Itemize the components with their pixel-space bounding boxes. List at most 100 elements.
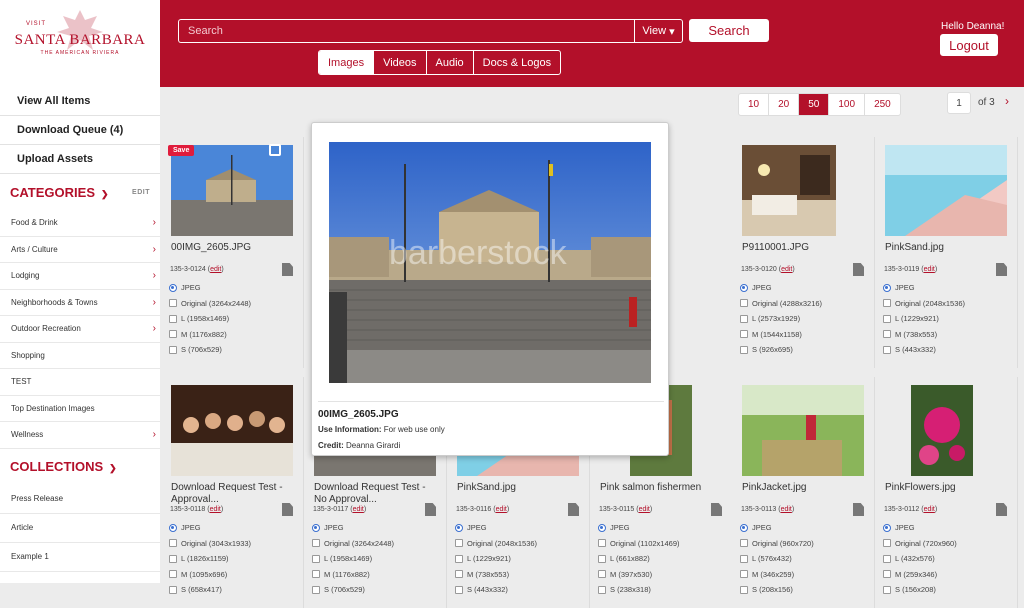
size-option[interactable]: L (432x576) — [883, 551, 957, 567]
asset-thumbnail[interactable] — [885, 145, 1007, 236]
format-radio[interactable] — [883, 523, 891, 532]
size-checkbox[interactable] — [740, 299, 748, 308]
format-option[interactable]: JPEG — [312, 520, 394, 536]
size-option[interactable]: M (738x553) — [455, 567, 537, 583]
edit-link[interactable]: edit — [210, 266, 221, 273]
format-radio[interactable] — [883, 283, 891, 292]
sidebar-collection-item[interactable]: Press Release — [0, 485, 160, 514]
size-option[interactable]: L (1826x1159) — [169, 551, 251, 567]
search-input[interactable] — [178, 19, 635, 43]
asset-card[interactable]: PinkFlowers.jpg 135-3-0112 (edit) JPEG Orig… — [875, 377, 1018, 608]
asset-thumbnail[interactable] — [911, 385, 973, 476]
tab-audio[interactable]: Audio — [427, 51, 474, 74]
size-checkbox[interactable] — [455, 570, 463, 579]
size-checkbox[interactable] — [883, 585, 891, 594]
size-checkbox[interactable] — [312, 585, 320, 594]
size-option[interactable]: M (1095x696) — [169, 567, 251, 583]
format-option[interactable]: JPEG — [455, 520, 537, 536]
edit-link[interactable]: edit — [924, 506, 935, 513]
size-option[interactable]: L (1958x1469) — [312, 551, 394, 567]
document-icon[interactable] — [568, 503, 579, 516]
size-checkbox[interactable] — [598, 585, 606, 594]
size-option[interactable]: L (661x882) — [598, 551, 680, 567]
edit-link[interactable]: edit — [781, 506, 792, 513]
size-checkbox[interactable] — [169, 570, 177, 579]
tab-videos[interactable]: Videos — [374, 51, 427, 74]
next-page-icon[interactable]: › — [1005, 94, 1009, 108]
page-size-250[interactable]: 250 — [865, 94, 900, 115]
size-option[interactable]: Original (4288x3216) — [740, 296, 822, 312]
sidebar-category-item[interactable]: TEST — [0, 369, 160, 396]
document-icon[interactable] — [996, 263, 1007, 276]
size-option[interactable]: M (1544x1158) — [740, 327, 822, 343]
sidebar-category-item[interactable]: Outdoor Recreation › — [0, 316, 160, 343]
size-checkbox[interactable] — [883, 345, 891, 354]
size-option[interactable]: S (443x332) — [883, 342, 965, 358]
size-option[interactable]: Original (2048x1536) — [883, 296, 965, 312]
page-size-10[interactable]: 10 — [739, 94, 770, 115]
page-size-100[interactable]: 100 — [829, 94, 866, 115]
sidebar-category-item[interactable]: Top Destination Images — [0, 396, 160, 422]
pinterest-save-button[interactable]: Save — [168, 145, 195, 156]
size-checkbox[interactable] — [312, 570, 320, 579]
size-checkbox[interactable] — [598, 570, 606, 579]
size-checkbox[interactable] — [740, 314, 748, 323]
santa-barbara-logo[interactable]: VISIT SANTA BARBARA THE AMERICAN RIVIERA — [0, 0, 160, 87]
size-checkbox[interactable] — [740, 570, 748, 579]
format-option[interactable]: JPEG — [883, 280, 965, 296]
page-number-input[interactable] — [947, 92, 971, 114]
size-option[interactable]: S (443x332) — [455, 582, 537, 598]
document-icon[interactable] — [282, 263, 293, 276]
size-option[interactable]: S (208x156) — [740, 582, 814, 598]
format-option[interactable]: JPEG — [598, 520, 680, 536]
size-option[interactable]: L (576x432) — [740, 551, 814, 567]
sidebar-category-item[interactable]: Neighborhoods & Towns › — [0, 290, 160, 316]
edit-link[interactable]: edit — [210, 506, 221, 513]
size-checkbox[interactable] — [169, 345, 177, 354]
size-option[interactable]: S (706x529) — [312, 582, 394, 598]
size-checkbox[interactable] — [883, 330, 891, 339]
format-radio[interactable] — [598, 523, 606, 532]
size-checkbox[interactable] — [740, 330, 748, 339]
size-checkbox[interactable] — [598, 539, 606, 548]
format-option[interactable]: JPEG — [740, 280, 822, 296]
format-option[interactable]: JPEG — [883, 520, 957, 536]
edit-link[interactable]: edit — [639, 506, 650, 513]
asset-card[interactable]: PinkSand.jpg 135-3-0119 (edit) JPEG Origina… — [875, 137, 1018, 368]
size-checkbox[interactable] — [883, 570, 891, 579]
categories-edit-link[interactable]: EDIT — [132, 189, 150, 196]
size-option[interactable]: Original (3264x2448) — [312, 536, 394, 552]
size-option[interactable]: M (1176x882) — [312, 567, 394, 583]
size-checkbox[interactable] — [169, 554, 177, 563]
document-icon[interactable] — [853, 263, 864, 276]
size-option[interactable]: S (238x318) — [598, 582, 680, 598]
size-checkbox[interactable] — [598, 554, 606, 563]
search-button[interactable]: Search — [689, 19, 769, 42]
size-checkbox[interactable] — [169, 299, 177, 308]
edit-link[interactable]: edit — [496, 506, 507, 513]
asset-card[interactable]: Download Request Test - Approval... 135-3… — [161, 377, 304, 608]
categories-header[interactable]: CATEGORIES ❯ EDIT — [0, 174, 160, 210]
format-option[interactable]: JPEG — [169, 280, 251, 296]
sidebar-category-item[interactable]: Wellness › — [0, 422, 160, 449]
sidebar-category-item[interactable]: Food & Drink › — [0, 210, 160, 237]
sidebar-collection-item[interactable]: Example 1 — [0, 543, 160, 572]
asset-card[interactable]: PinkJacket.jpg 135-3-0113 (edit) JPEG Origi… — [732, 377, 875, 608]
size-checkbox[interactable] — [169, 539, 177, 548]
format-radio[interactable] — [169, 523, 177, 532]
size-checkbox[interactable] — [312, 539, 320, 548]
size-option[interactable]: Original (3264x2448) — [169, 296, 251, 312]
tab-images[interactable]: Images — [319, 51, 375, 74]
sidebar-download-queue[interactable]: Download Queue (4) — [0, 116, 160, 145]
size-checkbox[interactable] — [169, 314, 177, 323]
format-radio[interactable] — [740, 523, 748, 532]
size-checkbox[interactable] — [883, 539, 891, 548]
size-option[interactable]: S (156x208) — [883, 582, 957, 598]
sidebar-collection-item[interactable]: Article — [0, 514, 160, 543]
size-option[interactable]: L (1958x1469) — [169, 311, 251, 327]
size-option[interactable]: M (346x259) — [740, 567, 814, 583]
size-option[interactable]: Original (2048x1536) — [455, 536, 537, 552]
size-option[interactable]: M (1176x882) — [169, 327, 251, 343]
size-option[interactable]: M (738x553) — [883, 327, 965, 343]
sidebar-view-all[interactable]: View All Items — [0, 87, 160, 116]
